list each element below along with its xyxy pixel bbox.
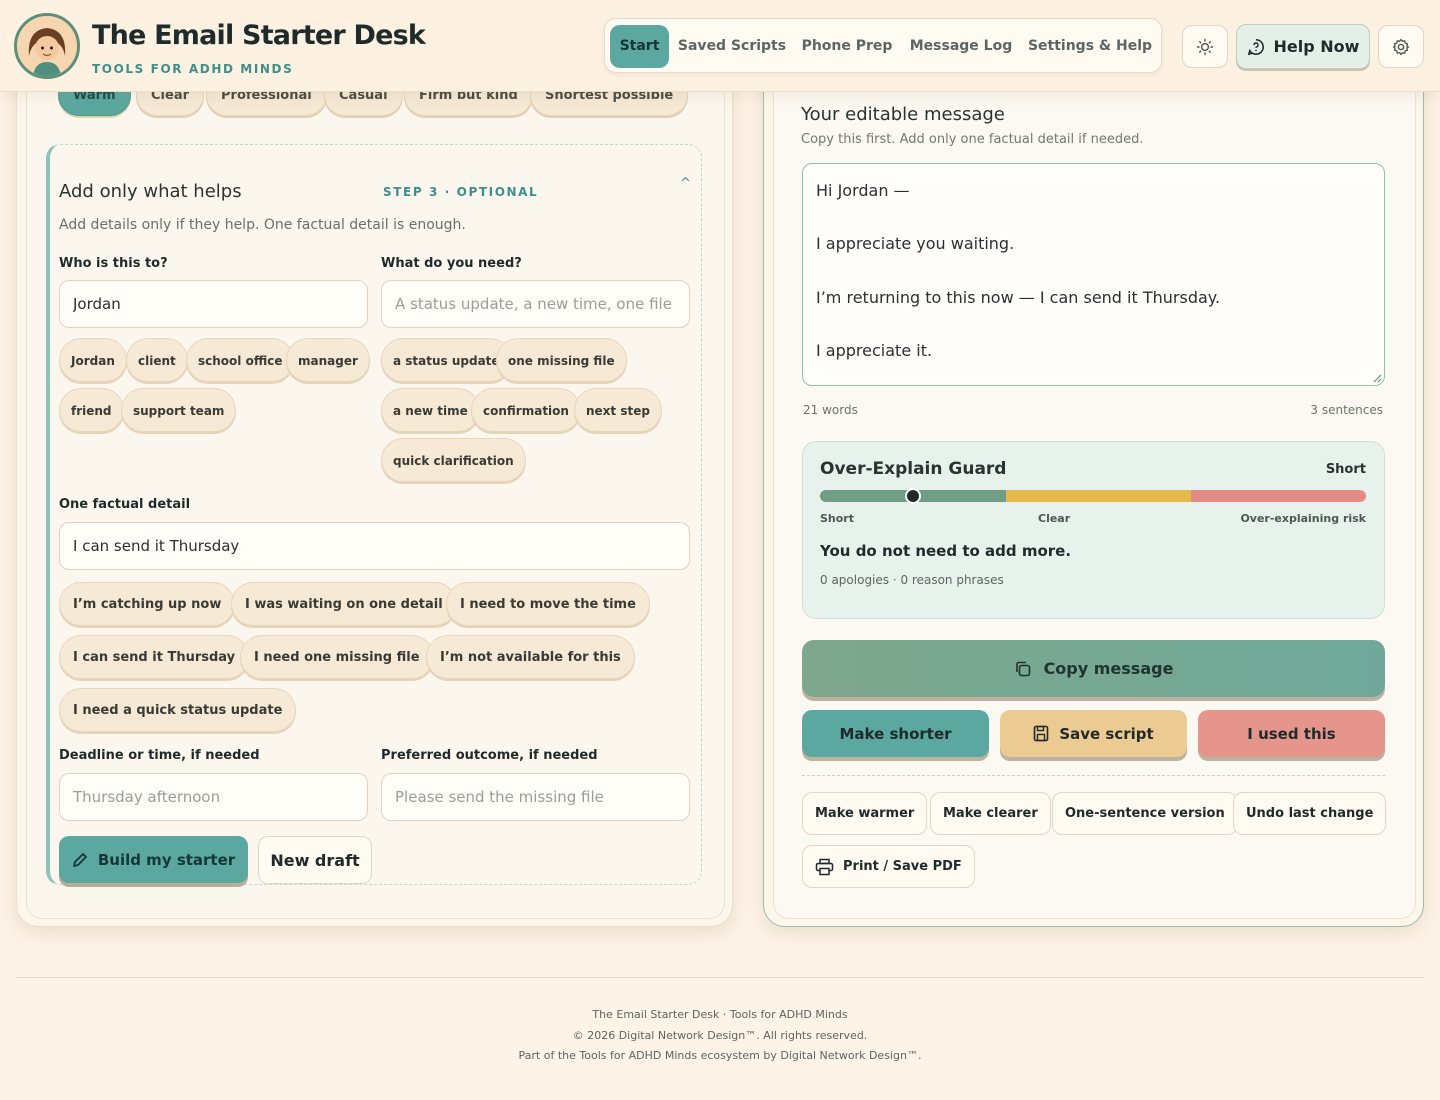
deadline-input[interactable] (59, 773, 368, 821)
save-script-label: Save script (1059, 724, 1154, 743)
recipient-chip-jordan[interactable]: Jordan (59, 338, 127, 382)
help-now-button[interactable]: Help Now (1236, 24, 1370, 69)
make-warmer-button[interactable]: Make warmer (802, 792, 928, 835)
copy-message-label: Copy message (1043, 659, 1174, 678)
resize-grip-icon[interactable] (1373, 374, 1382, 383)
need-chip-missing-file[interactable]: one missing file (496, 338, 627, 382)
detail-chip-waiting-on-detail[interactable]: I was waiting on one detail (231, 582, 457, 626)
recipient-chip-school-office[interactable]: school office (186, 338, 295, 382)
outcome-input[interactable] (381, 773, 690, 821)
undo-button[interactable]: Undo last change (1233, 792, 1387, 835)
print-pdf-button[interactable]: Print / Save PDF (802, 845, 975, 888)
detail-chip-catching-up[interactable]: I’m catching up now (59, 582, 236, 626)
gear-icon (1392, 38, 1410, 55)
copy-message-button[interactable]: Copy message (802, 640, 1385, 697)
word-count: 21 words (803, 403, 858, 417)
printer-icon (815, 858, 834, 875)
detail-chip-missing-file[interactable]: I need one missing file (240, 635, 434, 679)
settings-button[interactable] (1378, 25, 1424, 68)
meter-label-clear: Clear (1038, 512, 1071, 525)
need-chip-status-update[interactable]: a status update (381, 338, 512, 382)
sun-icon (1196, 38, 1214, 55)
detail-chip-not-available[interactable]: I’m not available for this (426, 635, 635, 679)
recipient-chip-client[interactable]: client (126, 338, 188, 382)
guard-level-badge: Short (1325, 462, 1366, 477)
section-description: Add details only if they help. One factu… (59, 217, 466, 233)
detail-label: One factual detail (59, 497, 191, 512)
save-script-button[interactable]: Save script (1000, 710, 1187, 757)
need-chip-confirmation[interactable]: confirmation (471, 388, 581, 432)
avatar (14, 13, 80, 79)
print-pdf-label: Print / Save PDF (843, 859, 962, 874)
message-line: Hi Jordan — (816, 181, 910, 200)
sentence-count: 3 sentences (1310, 403, 1383, 417)
app-subtitle: TOOLS FOR ADHD MINDS (92, 62, 294, 76)
actions-divider (802, 775, 1385, 776)
tab-settings-help[interactable]: Settings & Help (1023, 25, 1157, 68)
make-clearer-button[interactable]: Make clearer (930, 792, 1051, 835)
tab-start[interactable]: Start (610, 25, 669, 68)
message-subtitle: Copy this first. Add only one factual de… (801, 132, 1144, 147)
app-title: The Email Starter Desk (92, 20, 426, 51)
footer-ecosystem: Part of the Tools for ADHD Minds ecosyst… (518, 1049, 922, 1062)
detail-chip-send-thursday[interactable]: I can send it Thursday (59, 635, 250, 679)
main-nav: Start Saved Scripts Phone Prep Message L… (604, 18, 1162, 73)
need-chip-new-time[interactable]: a new time (381, 388, 480, 432)
tab-saved-scripts[interactable]: Saved Scripts (677, 25, 787, 68)
step-indicator: STEP 3 · OPTIONAL (383, 185, 539, 199)
message-title: Your editable message (801, 104, 1005, 125)
meter-label-short: Short (820, 512, 854, 525)
need-chip-quick-clarification[interactable]: quick clarification (381, 438, 526, 482)
build-starter-label: Build my starter (97, 850, 236, 869)
help-bubble-icon (1247, 38, 1264, 55)
recipient-label: Who is this to? (59, 256, 168, 271)
floppy-disk-icon (1034, 725, 1049, 742)
help-now-label: Help Now (1273, 37, 1360, 56)
guard-stats: 0 apologies · 0 reason phrases (820, 573, 1004, 587)
build-starter-button[interactable]: Build my starter (59, 836, 248, 883)
guard-message: You do not need to add more. (820, 542, 1072, 560)
message-line (816, 205, 1371, 232)
deadline-label: Deadline or time, if needed (59, 748, 260, 763)
need-label: What do you need? (381, 256, 522, 271)
footer-divider (16, 977, 1424, 978)
guard-meter (820, 490, 1366, 502)
meter-label-risk: Over-explaining risk (1240, 512, 1366, 525)
need-input[interactable] (381, 280, 690, 328)
detail-chip-move-time[interactable]: I need to move the time (446, 582, 650, 626)
guard-title: Over-Explain Guard (820, 459, 1007, 479)
tab-message-log[interactable]: Message Log (907, 25, 1015, 68)
message-line: I appreciate it. (816, 341, 933, 361)
meter-knob (904, 488, 921, 504)
need-chip-next-step[interactable]: next step (574, 388, 662, 432)
message-line (816, 311, 1371, 338)
footer-line-1: The Email Starter Desk · Tools for ADHD … (592, 1008, 848, 1021)
tab-phone-prep[interactable]: Phone Prep (795, 25, 899, 68)
message-line: I appreciate you waiting. (816, 234, 1015, 254)
copy-icon (1015, 661, 1030, 676)
message-line (816, 258, 1371, 285)
recipient-input[interactable] (59, 280, 368, 328)
app-header: The Email Starter Desk TOOLS FOR ADHD MI… (0, 0, 1440, 92)
detail-chip-quick-status[interactable]: I need a quick status update (59, 688, 297, 732)
message-line: I’m returning to this now — I can send i… (816, 287, 1221, 307)
make-shorter-button[interactable]: Make shorter (802, 710, 989, 757)
section-title: Add only what helps (59, 181, 242, 202)
pencil-icon (72, 852, 87, 867)
collapse-caret-icon[interactable]: ^ (680, 176, 691, 191)
recipient-chip-support-team[interactable]: support team (121, 388, 237, 432)
meter-segment-clear (1005, 490, 1192, 502)
recipient-chip-manager[interactable]: manager (286, 338, 370, 382)
meter-segment-risk (1191, 490, 1366, 502)
new-draft-button[interactable]: New draft (258, 836, 372, 884)
footer-copyright: © 2026 Digital Network Design™. All righ… (572, 1029, 868, 1042)
outcome-label: Preferred outcome, if needed (381, 748, 598, 763)
theme-toggle-button[interactable] (1182, 25, 1228, 68)
used-this-button[interactable]: I used this (1198, 710, 1385, 757)
one-sentence-button[interactable]: One-sentence version (1052, 792, 1238, 835)
recipient-chip-friend[interactable]: friend (59, 388, 124, 432)
message-textarea[interactable]: Hi Jordan — I appreciate you waiting. I’… (802, 163, 1385, 386)
detail-input[interactable] (59, 522, 690, 570)
